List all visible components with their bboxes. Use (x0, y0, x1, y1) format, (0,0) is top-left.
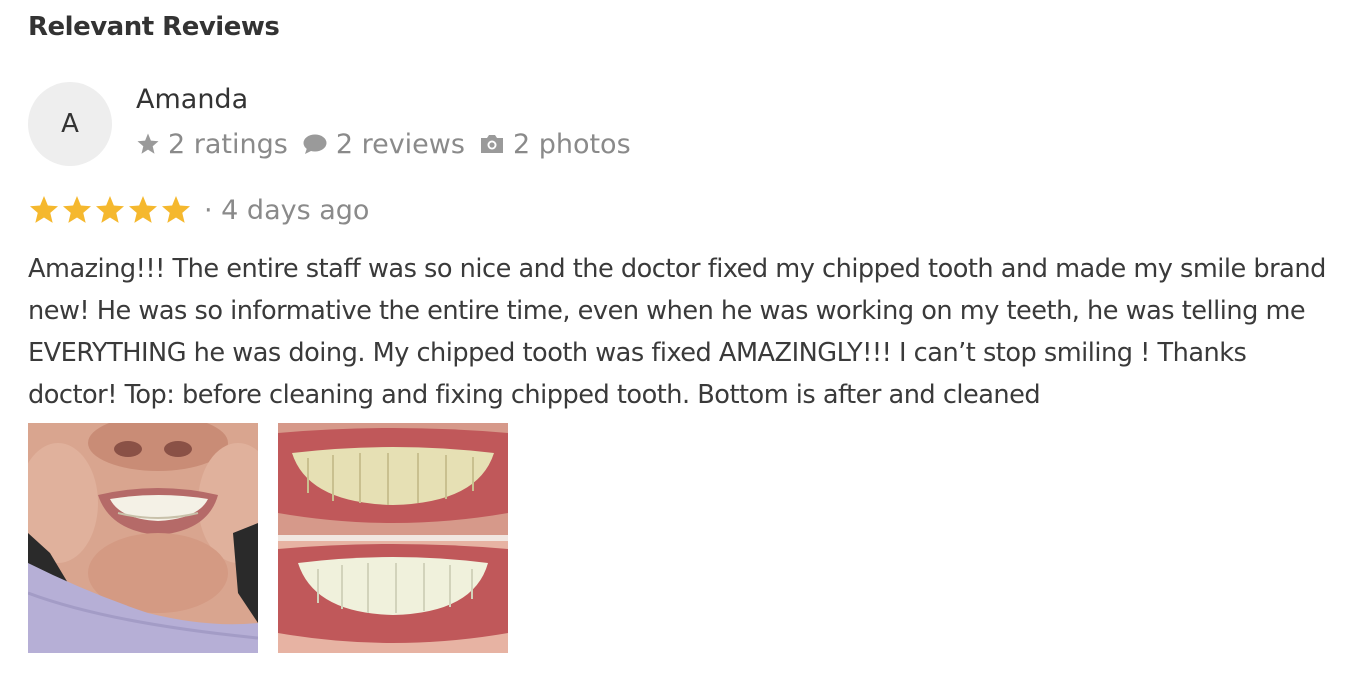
reviewer-stats: 2 ratings 2 reviews 2 photos (136, 126, 631, 162)
star-icon (127, 194, 159, 226)
ratings-label: 2 ratings (168, 128, 288, 160)
star-rating (28, 194, 192, 226)
review-photo-1[interactable] (28, 423, 258, 653)
ratings-count: 2 ratings (136, 129, 288, 160)
section-title: Relevant Reviews (28, 12, 280, 42)
review-text: Amazing!!! The entire staff was so nice … (28, 254, 1326, 410)
photos-label: 2 photos (512, 128, 631, 160)
review-age: · 4 days ago (204, 194, 370, 226)
photos-count: 2 photos (479, 129, 631, 160)
reviews-label: 2 reviews (335, 128, 465, 160)
star-icon (94, 194, 126, 226)
speech-bubble-icon (303, 134, 327, 154)
star-icon (28, 194, 60, 226)
star-icon (160, 194, 192, 226)
camera-icon (480, 135, 503, 153)
reviewer-name[interactable]: Amanda (136, 84, 248, 115)
rating-row: · 4 days ago (28, 190, 369, 230)
star-icon (61, 194, 93, 226)
reviews-count: 2 reviews (302, 129, 465, 160)
avatar-initial: A (61, 109, 79, 139)
star-icon (137, 133, 159, 154)
avatar[interactable]: A (28, 82, 112, 166)
review-photo-2[interactable] (278, 423, 508, 653)
